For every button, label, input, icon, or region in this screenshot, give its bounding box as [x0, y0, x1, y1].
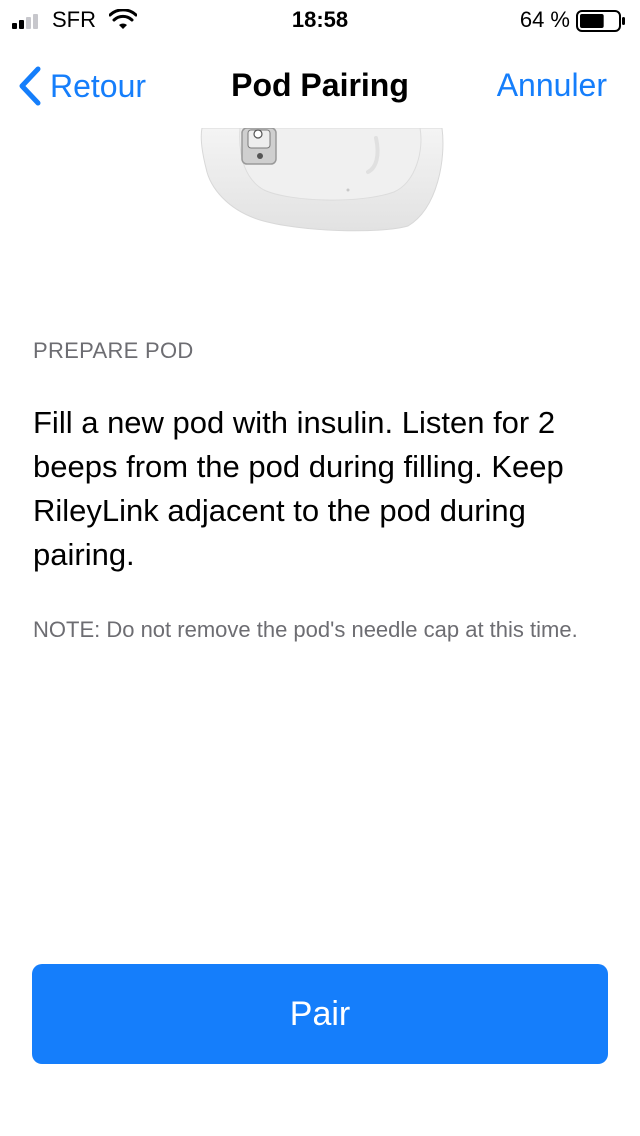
pod-illustration: [200, 128, 444, 232]
cancel-button[interactable]: Annuler: [497, 65, 607, 105]
navigation-bar: Retour Pod Pairing Annuler: [0, 40, 640, 128]
pair-button-label: Pair: [289, 995, 351, 1033]
pod-pairing-screen: SFR 18:58 64 % Retour Pod Pairing Annule…: [0, 0, 640, 1136]
pair-button[interactable]: Pair: [32, 964, 608, 1064]
battery-icon: [576, 10, 625, 32]
note-text: NOTE: Do not remove the pod's needle cap…: [33, 617, 578, 642]
battery-percentage: 64 %: [519, 7, 570, 32]
instructions-text: Fill a new pod with insulin. Listen for …: [33, 405, 564, 572]
section-header: PREPARE POD: [33, 338, 194, 363]
status-bar: SFR 18:58 64 %: [0, 0, 640, 40]
